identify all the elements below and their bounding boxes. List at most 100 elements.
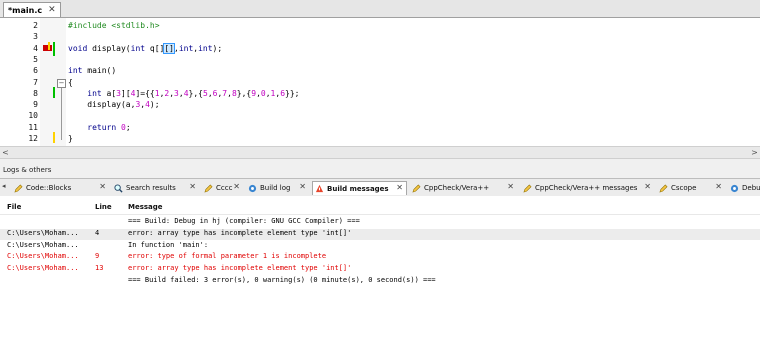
editor-tab-main-c[interactable]: *main.c ✕ bbox=[3, 2, 61, 17]
logs-tab-label: Cscope bbox=[671, 184, 697, 192]
logs-tab-search-results[interactable]: Search results ✕ bbox=[112, 181, 199, 195]
cell-message: error: type of formal parameter 1 is inc… bbox=[128, 252, 327, 261]
line-number: 10 bbox=[28, 111, 38, 121]
logs-tab-label: Cccc bbox=[216, 184, 233, 192]
column-header-file[interactable]: File bbox=[7, 203, 21, 211]
code-token: return bbox=[68, 122, 121, 132]
cell-file: C:\Users\Moham... bbox=[7, 264, 79, 273]
line-number: 9 bbox=[33, 100, 38, 110]
code-token: int bbox=[178, 43, 194, 53]
pencil-icon bbox=[14, 184, 23, 193]
table-row[interactable]: === Build: Debug in hj (compiler: GNU GC… bbox=[0, 217, 760, 228]
logs-tab-label: Code::Blocks bbox=[26, 184, 72, 192]
code-area[interactable]: #include <stdlib.h> void display(int q[][… bbox=[66, 18, 760, 146]
cell-message: === Build: Debug in hj (compiler: GNU GC… bbox=[128, 217, 360, 225]
logs-tab-label: Debugger bbox=[742, 184, 760, 192]
logs-tab-cscope[interactable]: Cscope ✕ bbox=[657, 181, 725, 195]
logs-tab-label: CppCheck/Vera++ bbox=[424, 184, 490, 192]
code-line[interactable]: } bbox=[68, 134, 73, 143]
tabs-scroll-left-icon[interactable]: ◂ bbox=[2, 182, 6, 190]
cell-file: C:\Users\Moham... bbox=[7, 228, 79, 237]
line-number: 6 bbox=[33, 66, 38, 76]
code-token: }}; bbox=[285, 88, 300, 98]
matched-brace-highlight: [] bbox=[163, 42, 175, 54]
table-row[interactable]: C:\Users\Moham... 4 error: array type has … bbox=[0, 228, 760, 240]
logs-tab-debugger[interactable]: Debugger bbox=[728, 181, 760, 195]
cell-file: C:\Users\Moham... bbox=[7, 240, 79, 249]
close-icon[interactable]: ✕ bbox=[48, 5, 56, 15]
code-token: ]={{ bbox=[135, 88, 155, 98]
line-number: 3 bbox=[33, 32, 38, 42]
logs-tab-build-messages[interactable]: Build messages ✕ bbox=[312, 181, 407, 195]
code-line[interactable]: void display(int q[][],int,int); bbox=[68, 42, 222, 54]
logs-tab-cccc[interactable]: Cccc ✕ bbox=[202, 181, 243, 195]
close-icon[interactable]: ✕ bbox=[233, 183, 240, 191]
code-token: { bbox=[68, 77, 73, 87]
logs-tab-label: CppCheck/Vera++ messages bbox=[535, 184, 638, 192]
code-token: display( bbox=[92, 43, 131, 53]
close-icon[interactable]: ✕ bbox=[507, 183, 514, 191]
scroll-left-icon[interactable]: < bbox=[0, 147, 11, 158]
logs-tab-code-blocks[interactable]: Code::Blocks ✕ bbox=[12, 181, 109, 195]
cell-message: === Build failed: 3 error(s), 0 warning(… bbox=[128, 276, 436, 284]
code-line[interactable]: display(a,3,4); bbox=[68, 100, 159, 109]
cell-message: In function 'main': bbox=[128, 240, 209, 249]
line-number: 8 bbox=[33, 88, 38, 98]
column-header-message[interactable]: Message bbox=[128, 203, 163, 211]
line-number: 5 bbox=[33, 54, 38, 64]
change-marker bbox=[53, 132, 55, 144]
code-line[interactable]: return 0; bbox=[68, 122, 130, 132]
code-token: },{ bbox=[236, 88, 252, 98]
column-header-line[interactable]: Line bbox=[95, 203, 112, 211]
code-line[interactable]: { bbox=[68, 78, 73, 87]
code-token: },{ bbox=[188, 88, 203, 98]
code-line[interactable]: int a[3][4]={{1,2,3,4},{5,6,7,8},{9,0,1,… bbox=[68, 89, 299, 98]
code-token: int bbox=[68, 66, 88, 76]
code-token: ][ bbox=[121, 88, 131, 98]
line-number: 7 bbox=[33, 77, 38, 87]
code-line[interactable]: #include <stdlib.h> bbox=[68, 21, 160, 30]
code-token: a[ bbox=[106, 88, 117, 98]
pencil-icon bbox=[523, 184, 532, 193]
magnifier-icon bbox=[114, 183, 123, 193]
table-row[interactable]: === Build failed: 3 error(s), 0 warning(… bbox=[0, 276, 760, 287]
logs-tab-cppcheck-vera-messages[interactable]: CppCheck/Vera++ messages ✕ bbox=[521, 181, 654, 195]
line-number: 2 bbox=[33, 21, 38, 30]
code-token: int bbox=[130, 43, 146, 53]
cell-file: C:\Users\Moham... bbox=[7, 252, 79, 261]
cell-line: 13 bbox=[95, 264, 104, 273]
close-icon[interactable]: ✕ bbox=[99, 183, 106, 191]
close-icon[interactable]: ✕ bbox=[396, 184, 403, 192]
build-messages-list: File Line Message === Build: Debug in hj… bbox=[0, 196, 760, 350]
pencil-icon bbox=[659, 184, 668, 193]
fold-toggle-icon[interactable]: − bbox=[57, 79, 66, 88]
table-row[interactable]: C:\Users\Moham... 9 error: type of formal … bbox=[0, 252, 760, 263]
logs-tab-cppcheck-vera[interactable]: CppCheck/Vera++ ✕ bbox=[410, 181, 517, 195]
line-number: 11 bbox=[28, 122, 38, 132]
marker-margin: − bbox=[40, 18, 66, 146]
editor-horizontal-scrollbar[interactable]: < > bbox=[0, 146, 760, 159]
change-marker bbox=[48, 41, 50, 50]
logs-tab-build-log[interactable]: Build log ✕ bbox=[246, 181, 309, 195]
editor-tab-bar: *main.c ✕ bbox=[0, 0, 760, 18]
code-token: void bbox=[68, 43, 93, 53]
table-row[interactable]: C:\Users\Moham... 13 error: array type has… bbox=[0, 264, 760, 275]
close-icon[interactable]: ✕ bbox=[189, 183, 196, 191]
pencil-icon bbox=[204, 184, 213, 193]
code-token: int bbox=[68, 88, 107, 98]
cell-message: error: array type has incomplete element… bbox=[128, 228, 352, 237]
code-editor[interactable]: 2 3 4 5 6 7 8 9 10 11 12 − #include <stdlib.h> void… bbox=[0, 18, 760, 146]
logs-tab-label: Build log bbox=[260, 184, 291, 192]
gear-icon bbox=[730, 184, 739, 193]
table-row[interactable]: C:\Users\Moham... In function 'main': bbox=[0, 241, 760, 252]
logs-panel-title: Logs & others bbox=[3, 166, 52, 174]
gear-icon bbox=[248, 184, 257, 193]
close-icon[interactable]: ✕ bbox=[644, 183, 651, 191]
code-line[interactable]: int main() bbox=[68, 66, 116, 75]
close-icon[interactable]: ✕ bbox=[715, 183, 722, 191]
close-icon[interactable]: ✕ bbox=[299, 183, 306, 191]
scroll-right-icon[interactable]: > bbox=[749, 147, 760, 158]
build-messages-icon bbox=[315, 184, 324, 193]
line-number: 4 bbox=[33, 43, 38, 53]
code-token: q[] bbox=[145, 43, 165, 53]
